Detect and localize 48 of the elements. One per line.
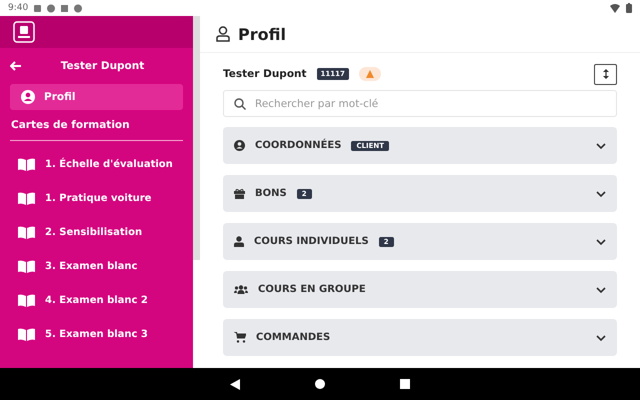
section-title: COURS EN GROUPE — [258, 284, 366, 295]
search-icon — [234, 98, 246, 110]
training-card-item[interactable]: 1. Échelle d'évaluation — [10, 147, 183, 181]
back-icon[interactable] — [230, 378, 240, 390]
user-circle-icon — [21, 90, 35, 104]
wifi-icon — [610, 4, 620, 12]
user-name: Tester Dupont — [223, 68, 307, 80]
search-field[interactable]: Rechercher par mot-clé — [223, 90, 617, 117]
gift-icon — [234, 188, 245, 198]
section-heading: Cartes de formation — [10, 119, 131, 131]
user-circle-icon — [234, 140, 245, 151]
chevron-icon — [596, 286, 606, 292]
page-title: Profil — [238, 24, 286, 44]
training-card-item[interactable]: 2. Sensibilisation — [10, 215, 183, 249]
profile-menu-item[interactable]: Profil — [10, 84, 183, 110]
warning-icon — [358, 67, 381, 81]
battery-icon — [626, 3, 632, 13]
book-icon — [18, 226, 35, 238]
section-title: COORDONNÉES — [255, 140, 342, 151]
status-time: 9:40 — [8, 3, 28, 13]
training-card-item[interactable]: 1. Pratique voiture — [10, 181, 183, 215]
group-icon — [234, 285, 248, 294]
book-icon — [18, 158, 35, 170]
chevron-icon — [596, 142, 606, 148]
training-card-item[interactable]: 3. Examen blanc — [10, 249, 183, 283]
person-icon — [234, 236, 244, 247]
sort-arrows-icon — [602, 69, 608, 79]
sort-button[interactable] — [594, 64, 617, 84]
chevron-icon — [596, 190, 606, 196]
chevron-icon — [596, 238, 606, 244]
chevron-icon — [596, 334, 606, 340]
accordion-section[interactable]: COMMANDES — [223, 319, 617, 356]
accordion-section[interactable]: COURS EN GROUPE — [223, 271, 617, 308]
logo-icon — [13, 21, 35, 43]
book-icon — [18, 328, 35, 340]
book-icon — [18, 294, 35, 306]
book-icon — [18, 260, 35, 272]
training-card-item[interactable]: 4. Examen blanc 2 — [10, 283, 183, 317]
home-icon[interactable] — [315, 379, 325, 389]
back-arrow-icon[interactable] — [10, 61, 22, 71]
training-card-item[interactable]: 5. Examen blanc 3 — [10, 317, 183, 351]
book-icon — [18, 192, 35, 204]
user-icon — [216, 26, 230, 42]
section-title: COMMANDES — [256, 332, 330, 343]
cart-icon — [234, 332, 246, 343]
section-title: COURS INDIVIDUELS — [254, 236, 369, 247]
sidebar-user-name: Tester Dupont — [60, 60, 146, 72]
section-title: BONS — [255, 188, 287, 199]
